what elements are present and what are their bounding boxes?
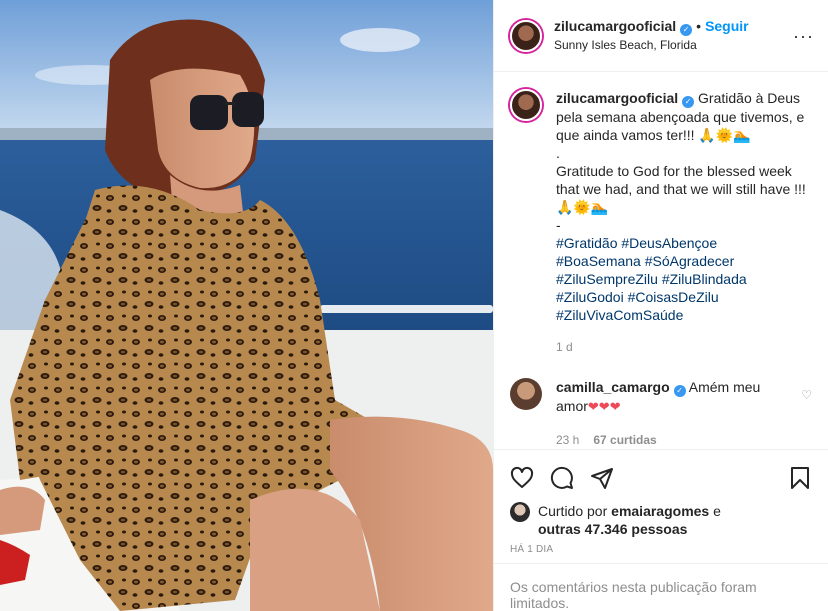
comments-limited-notice: Os comentários nesta publicação foram li… — [494, 563, 828, 611]
instagram-post: zilucamargooficial ✓ • Seguir Sunny Isles B… — [0, 0, 828, 611]
comment-body: camilla_camargo ✓ Amém meu amor❤❤❤ 23 h 67… — [556, 378, 786, 449]
post-age[interactable]: HÁ 1 DIA — [510, 544, 812, 555]
hashtag-link[interactable]: #ZiluSempreZilu #ZiluBlindada — [556, 270, 812, 288]
comments-section[interactable]: zilucamargooficial ✓ Gratidão à Deus pela… — [494, 73, 828, 449]
post-header: zilucamargooficial ✓ • Seguir Sunny Isles B… — [494, 0, 828, 72]
comment-like-heart-icon[interactable]: ♡ — [801, 388, 812, 402]
comment-meta: 23 h 67 curtidas — [556, 431, 786, 449]
hashtag-link[interactable]: #Gratidão #DeusAbençoe — [556, 234, 812, 252]
likes-text: Curtido por emaiaragomes e outras 47.346… — [538, 502, 721, 538]
post-sidebar: zilucamargooficial ✓ • Seguir Sunny Isles B… — [493, 0, 828, 611]
separator-dot: • — [696, 18, 702, 34]
like-heart-icon[interactable] — [510, 466, 534, 490]
author-avatar[interactable] — [510, 19, 542, 52]
post-photo[interactable] — [0, 0, 493, 611]
verified-badge-icon: ✓ — [673, 385, 686, 397]
commenter-username[interactable]: camilla_camargo — [556, 379, 670, 395]
hashtag-link[interactable]: #ZiluGodoi #CoisasDeZilu — [556, 288, 812, 306]
caption: zilucamargooficial ✓ Gratidão à Deus pela… — [510, 89, 812, 356]
action-icons — [510, 456, 812, 500]
likes-prefix: Curtido por — [538, 503, 608, 519]
comment-bubble-icon[interactable] — [550, 466, 574, 490]
liker-username[interactable]: emaiaragomes — [611, 503, 709, 519]
photo-image — [0, 0, 493, 611]
caption-line: - — [556, 217, 561, 233]
others-likes-count[interactable]: outras 47.346 pessoas — [538, 521, 687, 537]
caption-timestamp[interactable]: 1 d — [556, 338, 812, 356]
comment-item: camilla_camargo ✓ Amém meu amor❤❤❤ 23 h 67… — [510, 378, 812, 449]
likes-summary: Curtido por emaiaragomes e outras 47.346… — [510, 502, 812, 538]
share-paper-plane-icon[interactable] — [590, 466, 614, 490]
caption-username[interactable]: zilucamargooficial — [556, 90, 678, 106]
location-link[interactable]: Sunny Isles Beach, Florida — [554, 36, 749, 54]
comment-timestamp[interactable]: 23 h — [556, 433, 579, 447]
comment-likes-count[interactable]: 67 curtidas — [593, 433, 656, 447]
more-options-icon[interactable]: ··· — [793, 26, 814, 47]
hashtag-link[interactable]: #BoaSemana #SóAgradecer — [556, 252, 812, 270]
caption-body: zilucamargooficial ✓ Gratidão à Deus pela… — [556, 89, 812, 356]
likes-connector: e — [713, 503, 721, 519]
save-bookmark-icon[interactable] — [788, 466, 812, 490]
caption-avatar[interactable] — [510, 89, 542, 121]
author-username[interactable]: zilucamargooficial — [554, 18, 676, 34]
commenter-avatar[interactable] — [510, 378, 542, 410]
caption-line: . — [556, 145, 560, 161]
liker-avatar[interactable] — [510, 502, 530, 522]
verified-badge-icon: ✓ — [680, 24, 693, 36]
verified-badge-icon: ✓ — [682, 96, 695, 108]
heart-emojis: ❤❤❤ — [587, 400, 621, 415]
follow-button[interactable]: Seguir — [705, 18, 749, 34]
caption-line: Gratitude to God for the blessed week th… — [556, 163, 806, 215]
author-info: zilucamargooficial ✓ • Seguir Sunny Isles B… — [554, 17, 749, 54]
action-bar: Curtido por emaiaragomes e outras 47.346… — [494, 449, 828, 555]
hashtag-link[interactable]: #ZiluVivaComSaúde — [556, 306, 812, 324]
